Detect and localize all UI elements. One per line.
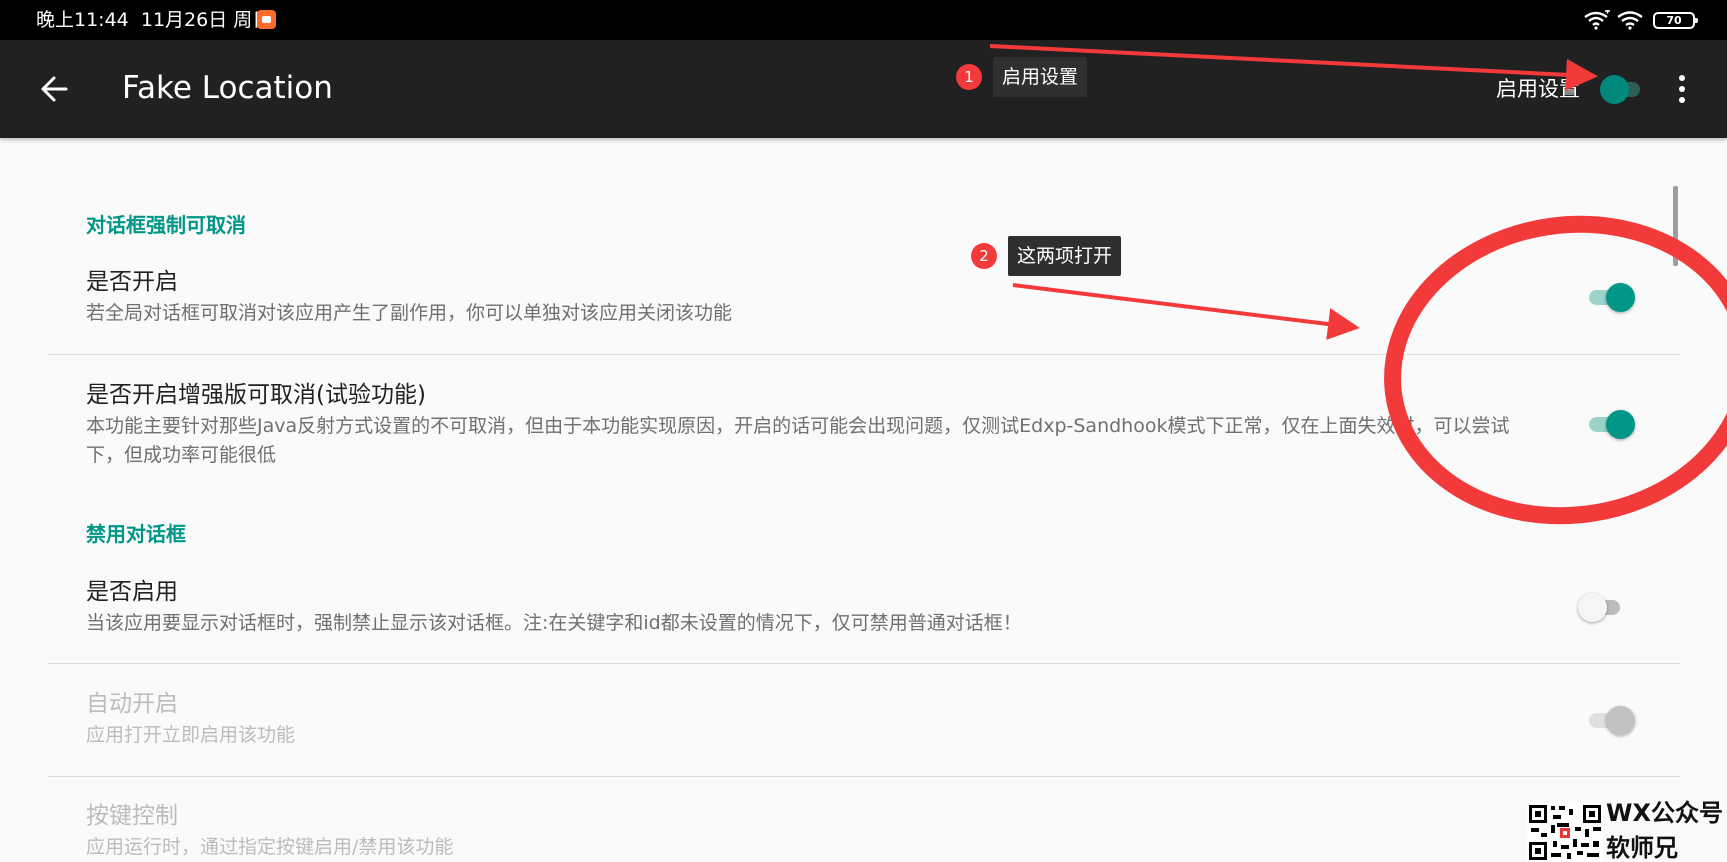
- app-bar: Fake Location 启用设置: [0, 40, 1727, 138]
- pref-summary-enhanced-cancel: 本功能主要针对那些Java反射方式设置的不可取消，但由于本功能实现原因，开启的话…: [86, 415, 1510, 466]
- switch-thumb: [1600, 75, 1629, 104]
- status-date-text: 11月26日 周日: [140, 9, 272, 31]
- enable-settings-label: 启用设置: [1496, 77, 1580, 101]
- pref-title-enhanced-cancel: 是否开启增强版可取消(试验功能): [86, 382, 426, 408]
- status-icons: 70: [1583, 8, 1698, 32]
- battery-level: 70: [1666, 13, 1682, 27]
- annotation-label-1: 启用设置: [993, 57, 1088, 97]
- more-options-button[interactable]: [1662, 69, 1702, 109]
- annotation-badge-1: 1: [956, 64, 982, 90]
- pref-summary-disable-enable: 当该应用要显示对话框时，强制禁止显示该对话框。注:在关键字和id都未设置的情况下…: [86, 612, 1022, 634]
- screen: 晚上11:44 11月26日 周日 70 Fake Location 启用设置 …: [0, 0, 1727, 862]
- pref-row-auto-start[interactable]: [48, 664, 1680, 776]
- page-title: Fake Location: [122, 70, 333, 106]
- pref-switch-enable[interactable]: [1589, 280, 1635, 314]
- qr-code-icon: [1527, 803, 1603, 862]
- pref-switch-enhanced-cancel[interactable]: [1589, 407, 1635, 441]
- pref-summary-key-control: 应用运行时，通过指定按键启用/禁用该功能: [86, 836, 454, 858]
- pref-title-disable-enable: 是否启用: [86, 579, 178, 605]
- pref-summary-auto-start: 应用打开立即启用该功能: [86, 724, 296, 746]
- section-header-dialog-cancelable: 对话框强制可取消: [86, 213, 246, 237]
- status-time: 晚上11:44 11月26日 周日: [36, 8, 271, 32]
- arrow-left-icon: [41, 76, 68, 102]
- watermark-line-2: 软师兄: [1606, 834, 1678, 862]
- more-vertical-icon: [1679, 75, 1685, 81]
- annotation-badge-2: 2: [971, 243, 997, 269]
- back-button[interactable]: [30, 69, 78, 109]
- wifi-6-icon: [1583, 10, 1611, 30]
- pref-title-auto-start: 自动开启: [86, 691, 178, 717]
- annotation-label-2: 这两项打开: [1008, 236, 1122, 276]
- pref-switch-disable-enable[interactable]: [1578, 590, 1624, 624]
- battery-icon: 70: [1653, 11, 1698, 29]
- pref-title-key-control: 按键控制: [86, 803, 178, 829]
- pref-title-enable: 是否开启: [86, 269, 178, 295]
- status-time-text: 晚上11:44: [36, 9, 129, 31]
- watermark-line-1: WX公众号: [1606, 799, 1723, 827]
- screen-recorder-icon: [257, 10, 276, 29]
- status-bar: 晚上11:44 11月26日 周日 70: [0, 0, 1727, 40]
- section-header-disable-dialog: 禁用对话框: [86, 522, 186, 546]
- pref-summary-enable: 若全局对话框可取消对该应用产生了副作用，你可以单独对该应用关闭该功能: [86, 302, 733, 324]
- pref-switch-auto-start[interactable]: [1589, 703, 1635, 737]
- enable-settings-switch[interactable]: [1600, 72, 1644, 106]
- wifi-icon: [1617, 10, 1643, 30]
